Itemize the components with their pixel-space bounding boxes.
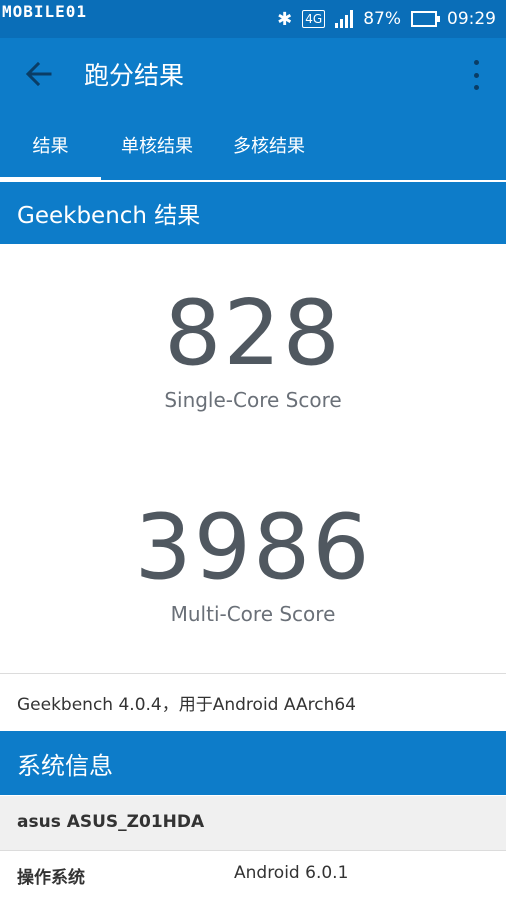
status-icons: ✱ 4G 87% 09:29 bbox=[277, 6, 496, 32]
network-4g-icon: 4G bbox=[302, 10, 326, 28]
multi-core-label: Multi-Core Score bbox=[170, 602, 336, 626]
clock: 09:29 bbox=[447, 9, 496, 29]
single-core-score: 828 bbox=[164, 281, 342, 386]
arrow-left-icon[interactable] bbox=[22, 58, 56, 90]
results-section-header: Geekbench 结果 bbox=[0, 182, 506, 244]
version-info: Geekbench 4.0.4，用于Android AArch64 bbox=[17, 695, 356, 715]
info-row-os: 操作系统 Android 6.0.1 bbox=[0, 851, 506, 900]
tab-single-core-results[interactable]: 单核结果 bbox=[101, 110, 213, 180]
tab-bar: 结果 单核结果 多核结果 bbox=[0, 110, 506, 180]
info-value: Android 6.0.1 bbox=[234, 863, 349, 883]
device-name-row: asus ASUS_Z01HDA bbox=[0, 796, 506, 851]
device-name: asus ASUS_Z01HDA bbox=[17, 812, 205, 832]
page-title: 跑分结果 bbox=[84, 61, 185, 90]
multi-core-score: 3986 bbox=[134, 495, 372, 600]
watermark-logo: MOBILE01 bbox=[2, 2, 88, 21]
battery-icon bbox=[411, 11, 440, 27]
info-key: 操作系统 bbox=[17, 868, 85, 888]
system-info-title: 系统信息 bbox=[17, 752, 113, 780]
results-header-title: Geekbench 结果 bbox=[17, 203, 201, 229]
system-info-section-header: 系统信息 bbox=[0, 731, 506, 795]
divider bbox=[0, 673, 506, 674]
app-bar: 跑分结果 bbox=[0, 38, 506, 110]
more-vertical-icon[interactable] bbox=[472, 60, 480, 90]
tab-multi-core-results[interactable]: 多核结果 bbox=[213, 110, 325, 180]
status-bar: MOBILE01 ✱ 4G 87% 09:29 bbox=[0, 0, 506, 38]
single-core-score-block: 828 Single-Core Score bbox=[0, 281, 506, 413]
bluetooth-icon: ✱ bbox=[277, 8, 293, 30]
tab-results[interactable]: 结果 bbox=[0, 110, 101, 180]
single-core-label: Single-Core Score bbox=[164, 388, 342, 412]
multi-core-score-block: 3986 Multi-Core Score bbox=[0, 495, 506, 627]
battery-percent: 87% bbox=[363, 9, 401, 29]
signal-icon bbox=[335, 10, 354, 28]
